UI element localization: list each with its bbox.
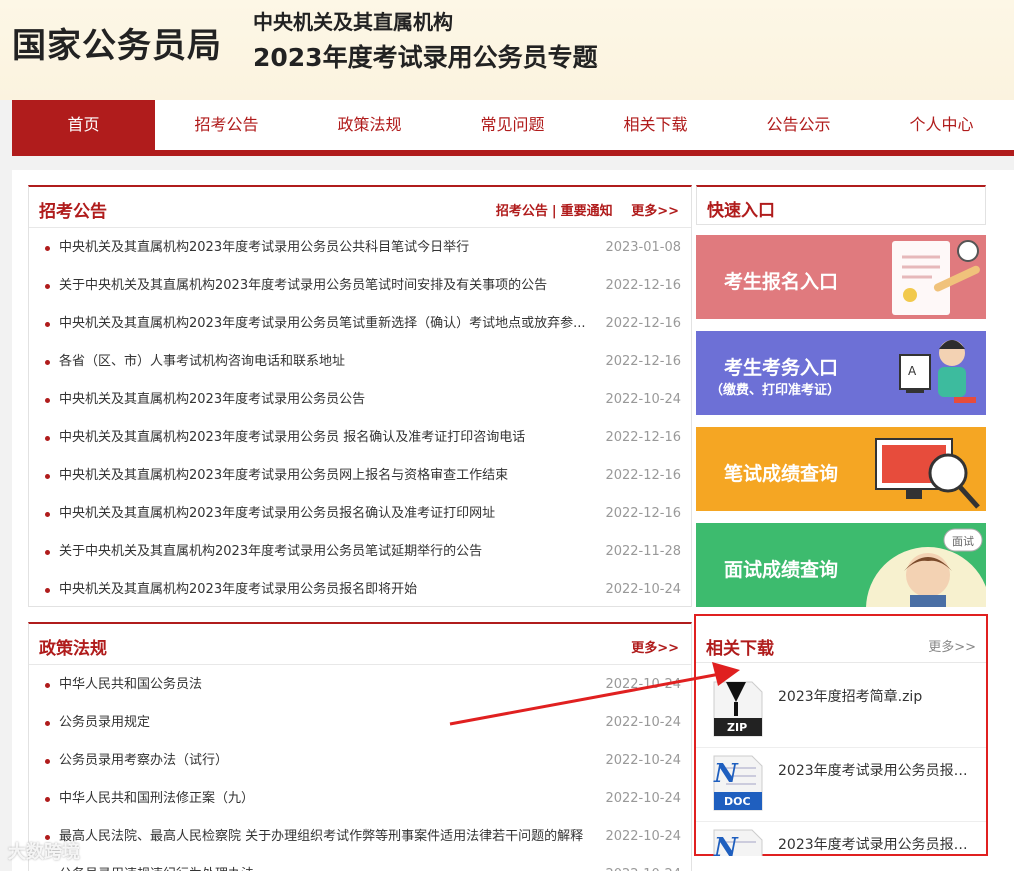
doc-file-icon: N DOC [713,755,763,811]
interview-score-query-button[interactable]: 面试 面试成绩查询 [696,523,986,607]
list-item[interactable]: 公务员录用规定 2022-10-24 [29,704,691,742]
download-file-name[interactable]: 2023年度考试录用公务员报名确认及准考证打印 [778,760,978,780]
list-item[interactable]: 各省（区、市）人事考试机构咨询电话和联系地址 2022-12-16 [29,343,691,381]
exam-affairs-entry-button[interactable]: A 考生考务入口 （缴费、打印准考证） [696,331,986,415]
list-item[interactable]: 关于中央机关及其直属机构2023年度考试录用公务员笔试时间安排及有关事项的公告 2… [29,267,691,305]
link-important-notices[interactable]: 重要通知 [561,204,613,219]
downloads-more-link[interactable]: 更多>> [928,636,976,655]
nav-item-policy[interactable]: 政策法规 [298,100,441,150]
svg-text:DOC: DOC [724,795,751,808]
downloads-panel: 相关下载 更多>> ZIP 2023年度招考简章.zip N DOC 2023年… [694,614,988,856]
doc-file-icon: N DOC [713,829,763,856]
svg-text:ZIP: ZIP [727,721,747,734]
nav-item-notices[interactable]: 公告公示 [727,100,870,150]
score-screen-icon [875,438,980,509]
downloads-title: 相关下载 [706,639,774,659]
list-item[interactable]: 最高人民法院、最高人民检察院 关于办理组织考试作弊等刑事案件适用法律若干问题的解… [29,818,691,856]
list-item[interactable]: 中央机关及其直属机构2023年度考试录用公务员公共科目笔试今日举行 2023-01… [29,229,691,267]
announcements-more-link[interactable]: 更多>> [631,204,679,219]
nav-item-faq[interactable]: 常见问题 [441,100,584,150]
nav-item-personal-center[interactable]: 个人中心 [870,100,1013,150]
list-item[interactable]: 中华人民共和国公务员法 2022-10-24 [29,666,691,704]
announcements-list: 中央机关及其直属机构2023年度考试录用公务员公共科目笔试今日举行 2023-01… [29,229,691,609]
site-subtitle-line1: 中央机关及其直属机构 [253,10,453,34]
quick-entry-panel: 快速入口 [696,185,986,225]
download-file-name[interactable]: 2023年度招考简章.zip [778,686,978,706]
interview-score-query-label: 面试成绩查询 [724,559,839,581]
interview-tag: 面试 [952,535,974,548]
svg-text:A: A [908,364,917,378]
list-item[interactable]: 中央机关及其直属机构2023年度考试录用公务员公告 2022-10-24 [29,381,691,419]
registration-entry-label: 考生报名入口 [724,271,839,293]
written-score-query-button[interactable]: 笔试成绩查询 [696,427,986,511]
policy-panel: 政策法规 更多>> 中华人民共和国公务员法 2022-10-24 公务员录用规定 2… [28,622,692,871]
policy-list: 中华人民共和国公务员法 2022-10-24 公务员录用规定 2022-10-24 … [29,666,691,871]
nav-item-announcements[interactable]: 招考公告 [155,100,298,150]
nav-item-downloads[interactable]: 相关下载 [584,100,727,150]
list-item[interactable]: 中华人民共和国刑法修正案（九） 2022-10-24 [29,780,691,818]
list-item[interactable]: 公务员录用违规违纪行为处理办法2022-10-24 [29,856,691,871]
list-item[interactable]: 公务员录用考察办法（试行） 2022-10-24 [29,742,691,780]
quick-entry-title: 快速入口 [707,201,775,221]
svg-text:N: N [713,759,739,789]
registration-entry-button[interactable]: 考生报名入口 [696,235,986,319]
svg-text:N: N [713,833,739,856]
list-item[interactable]: 中央机关及其直属机构2023年度考试录用公务员网上报名与资格审查工作结束 2022… [29,457,691,495]
exam-affairs-entry-label: 考生考务入口 [724,357,839,379]
list-item[interactable]: 中央机关及其直属机构2023年度考试录用公务员 报名确认及准考证打印咨询电话 20… [29,419,691,457]
list-item[interactable]: 中央机关及其直属机构2023年度考试录用公务员报名即将开始 2022-10-24 [29,571,691,609]
site-brand[interactable]: 国家公务员局 [12,18,222,67]
student-at-computer-icon: A [899,340,976,403]
written-score-query-label: 笔试成绩查询 [724,463,839,485]
policy-title: 政策法规 [39,639,107,659]
announcements-title: 招考公告 [39,202,107,222]
watermark: 大数跨境 [8,842,80,863]
site-subtitle-line2: 2023年度考试录用公务员专题 [253,43,598,72]
list-item[interactable]: 中央机关及其直属机构2023年度考试录用公务员笔试重新选择（确认）考试地点或放弃… [29,305,691,343]
main-nav: 首页 招考公告 政策法规 常见问题 相关下载 公告公示 个人中心 [12,100,1014,156]
announcements-panel: 招考公告 招考公告 | 重要通知 更多>> 中央机关及其直属机构2023年度考试录用… [28,185,692,607]
zip-file-icon: ZIP [713,681,763,737]
announcements-links: 招考公告 | 重要通知 更多>> [495,204,679,219]
download-item[interactable]: ZIP 2023年度招考简章.zip [696,674,986,748]
exam-affairs-entry-sublabel: （缴费、打印准考证） [710,383,841,398]
link-announcements[interactable]: 招考公告 [496,204,548,219]
list-item[interactable]: 中央机关及其直属机构2023年度考试录用公务员报名确认及准考证打印网址 2022-… [29,495,691,533]
download-item[interactable]: N DOC 2023年度考试录用公务员报名确认及准考证打印 [696,748,986,822]
list-item[interactable]: 关于中央机关及其直属机构2023年度考试录用公务员笔试延期举行的公告 2022-1… [29,533,691,571]
policy-more-link[interactable]: 更多>> [631,637,679,656]
download-item[interactable]: N DOC 2023年度考试录用公务员报名相关问题答疑 [696,822,986,856]
nav-item-home[interactable]: 首页 [12,100,155,150]
site-header: 国家公务员局 中央机关及其直属机构 2023年度考试录用公务员专题 [0,0,1014,100]
download-file-name[interactable]: 2023年度考试录用公务员报名相关问题答疑 [778,834,978,854]
registration-form-icon [892,240,980,315]
interview-person-icon: 面试 [866,528,986,607]
